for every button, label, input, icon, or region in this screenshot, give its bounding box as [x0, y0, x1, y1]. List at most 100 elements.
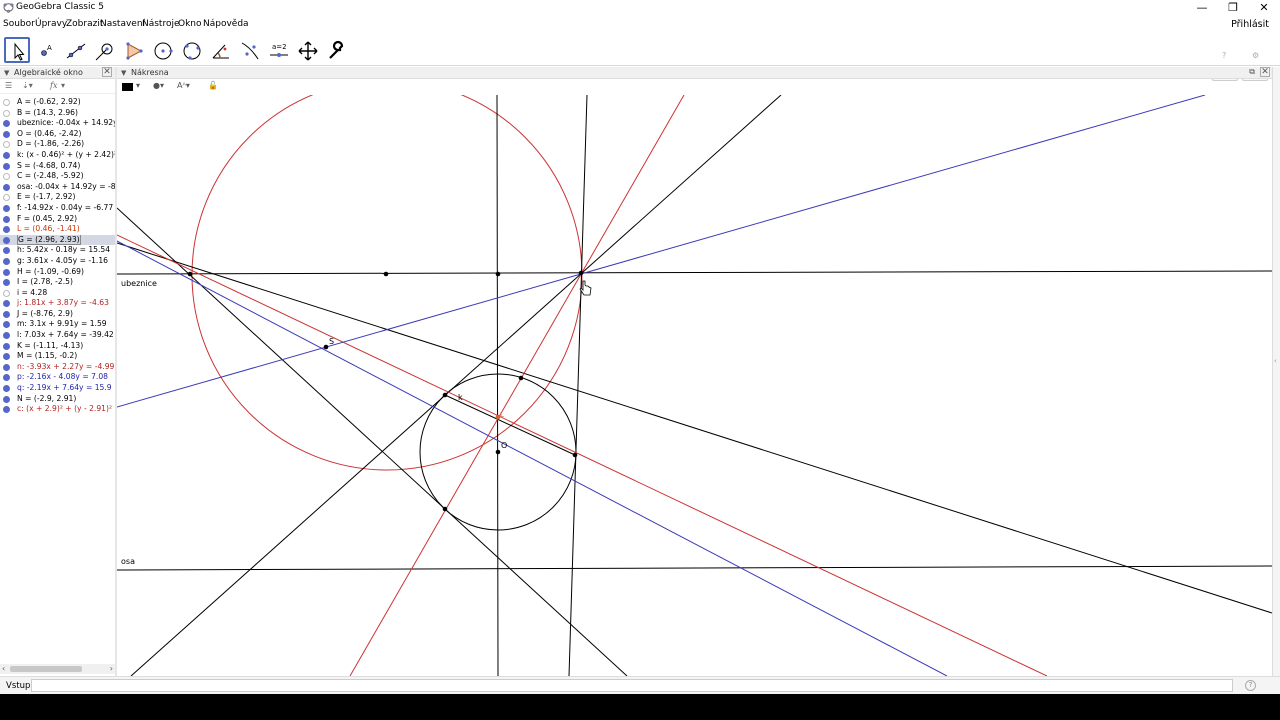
- line-h[interactable]: [568, 95, 588, 676]
- algebra-item[interactable]: l: 7.03x + 7.64y = -39.42: [0, 330, 115, 341]
- collapse-triangle-icon[interactable]: ▼: [121, 69, 126, 77]
- scroll-right-icon[interactable]: ›: [110, 664, 113, 673]
- line-l[interactable]: [117, 242, 1272, 614]
- menu-upravy[interactable]: Úpravy: [35, 19, 67, 29]
- algebra-item[interactable]: E = (-1.7, 2.92): [0, 192, 115, 203]
- menu-nastaveni[interactable]: Nastavení: [100, 19, 145, 29]
- command-input[interactable]: [31, 679, 1233, 692]
- algebra-item[interactable]: D = (-1.86, -2.26): [0, 139, 115, 150]
- ellipse-tool-button[interactable]: [178, 37, 204, 63]
- visibility-toggle-icon[interactable]: [3, 236, 10, 244]
- visibility-toggle-icon[interactable]: [3, 279, 10, 287]
- visibility-toggle-icon[interactable]: [3, 353, 10, 361]
- menu-soubor[interactable]: Soubor: [3, 19, 35, 29]
- line-g[interactable]: [130, 95, 782, 676]
- scroll-left-icon[interactable]: ‹: [2, 664, 5, 673]
- angle-tool-button[interactable]: [207, 37, 233, 63]
- algebra-item[interactable]: q: -2.19x + 7.64y = 15.9: [0, 383, 115, 394]
- visibility-toggle-icon[interactable]: [3, 374, 10, 382]
- algebra-item[interactable]: ubeznice: -0.04x + 14.92y: [0, 118, 115, 129]
- algebra-horizontal-scrollbar[interactable]: ‹ ›: [0, 664, 115, 674]
- line-m[interactable]: [117, 207, 628, 676]
- fx-icon[interactable]: fx: [50, 81, 57, 90]
- algebra-item[interactable]: g: 3.61x - 4.05y = -1.16: [0, 256, 115, 267]
- algebra-item[interactable]: p: -2.16x - 4.08y = 7.08: [0, 372, 115, 383]
- algebra-item[interactable]: n: -3.93x + 2.27y = -4.99: [0, 362, 115, 373]
- algebra-item[interactable]: J = (-8.76, 2.9): [0, 309, 115, 320]
- menu-okno[interactable]: Okno: [178, 19, 202, 29]
- move-graphics-tool-button[interactable]: [294, 37, 320, 63]
- visibility-toggle-icon[interactable]: [3, 183, 10, 191]
- close-algebra-button[interactable]: ✕: [102, 67, 112, 77]
- help-icon[interactable]: ?: [1222, 51, 1226, 60]
- algebra-item[interactable]: K = (-1.11, -4.13): [0, 341, 115, 352]
- polygon-tool-button[interactable]: [120, 37, 146, 63]
- visibility-toggle-icon[interactable]: [3, 151, 10, 159]
- algebra-item[interactable]: k: (x - 0.46)² + (y + 2.42)² =: [0, 150, 115, 161]
- algebra-item[interactable]: osa: -0.04x + 14.92y = -88.: [0, 182, 115, 193]
- close-graphics-button[interactable]: ✕: [1260, 67, 1270, 77]
- visibility-toggle-icon[interactable]: [3, 130, 10, 138]
- undock-icon[interactable]: ⧉: [1249, 67, 1255, 77]
- reflect-tool-button[interactable]: [236, 37, 262, 63]
- visibility-toggle-icon[interactable]: [3, 332, 10, 340]
- algebra-item[interactable]: M = (1.15, -0.2): [0, 351, 115, 362]
- algebra-item[interactable]: j: 1.81x + 3.87y = -4.63: [0, 298, 115, 309]
- visibility-toggle-icon[interactable]: [3, 289, 10, 297]
- algebra-item[interactable]: G = (2.96, 2.93): [0, 234, 115, 246]
- visibility-toggle-icon[interactable]: [3, 395, 10, 403]
- input-help-icon[interactable]: ?: [1245, 680, 1256, 691]
- line-tool-button[interactable]: [62, 37, 88, 63]
- menu-zobrazit[interactable]: Zobrazit: [66, 19, 103, 29]
- menu-nastroje[interactable]: Nástroje: [142, 19, 180, 29]
- algebra-item[interactable]: I = (2.78, -2.5): [0, 277, 115, 288]
- algebra-item[interactable]: N = (-2.9, 2.91): [0, 394, 115, 405]
- algebra-item[interactable]: f: -14.92x - 0.04y = -6.77: [0, 203, 115, 214]
- chevron-down-icon[interactable]: ▾: [61, 81, 65, 90]
- visibility-toggle-icon[interactable]: [3, 406, 10, 414]
- algebra-item[interactable]: B = (14.3, 2.96): [0, 108, 115, 119]
- segment-k[interactable]: [444, 394, 576, 456]
- visibility-toggle-icon[interactable]: [3, 257, 10, 265]
- visibility-toggle-icon[interactable]: [3, 204, 10, 212]
- visibility-toggle-icon[interactable]: [3, 194, 10, 202]
- visibility-toggle-icon[interactable]: [3, 141, 10, 149]
- visibility-toggle-icon[interactable]: [3, 321, 10, 329]
- algebra-item[interactable]: S = (-4.68, 0.74): [0, 161, 115, 172]
- visibility-toggle-icon[interactable]: [3, 385, 10, 393]
- circle-c[interactable]: [191, 95, 583, 471]
- algebra-item[interactable]: H = (-1.09, -0.69): [0, 267, 115, 278]
- minimize-button[interactable]: —: [1187, 0, 1217, 16]
- list-icon[interactable]: ☰: [5, 81, 12, 90]
- label-style-icon[interactable]: Aᴬ▾: [177, 81, 190, 90]
- right-edge-panel[interactable]: ‹: [1272, 67, 1280, 677]
- line-osa[interactable]: [117, 565, 1272, 571]
- algebra-item[interactable]: O = (0.46, -2.42): [0, 129, 115, 140]
- chevron-down-icon[interactable]: ▾: [136, 81, 140, 90]
- slider-tool-button[interactable]: a=2: [265, 37, 291, 63]
- visibility-toggle-icon[interactable]: [3, 215, 10, 223]
- visibility-toggle-icon[interactable]: [3, 120, 10, 128]
- visibility-toggle-icon[interactable]: [3, 162, 10, 170]
- lock-icon[interactable]: 🔓: [208, 81, 218, 90]
- scrollbar-thumb[interactable]: [10, 666, 82, 672]
- point-tool-button[interactable]: A: [33, 37, 59, 63]
- close-window-button[interactable]: ✕: [1249, 0, 1279, 16]
- menu-napoveda[interactable]: Nápověda: [203, 19, 249, 29]
- algebra-item[interactable]: c: (x + 2.9)² + (y - 2.91)² = 3: [0, 404, 115, 415]
- circle-tool-button[interactable]: [149, 37, 175, 63]
- line-j[interactable]: [117, 234, 1048, 676]
- algebra-item[interactable]: A = (-0.62, 2.92): [0, 97, 115, 108]
- gear-icon[interactable]: ⚙: [1252, 51, 1259, 60]
- visibility-toggle-icon[interactable]: [3, 247, 10, 255]
- collapse-triangle-icon[interactable]: ▼: [4, 69, 9, 77]
- geometry-drawing[interactable]: ubeznice osa S k L O: [117, 95, 1272, 676]
- points[interactable]: [187, 270, 584, 512]
- line-n[interactable]: [349, 95, 685, 676]
- algebra-item[interactable]: F = (0.45, 2.92): [0, 214, 115, 225]
- visibility-toggle-icon[interactable]: [3, 310, 10, 318]
- graphics-canvas[interactable]: ubeznice osa S k L O: [117, 95, 1272, 676]
- login-link[interactable]: Přihlásit: [1231, 19, 1269, 30]
- restore-button[interactable]: ❐: [1218, 0, 1248, 16]
- sort-icon[interactable]: ⇣▾: [22, 81, 33, 90]
